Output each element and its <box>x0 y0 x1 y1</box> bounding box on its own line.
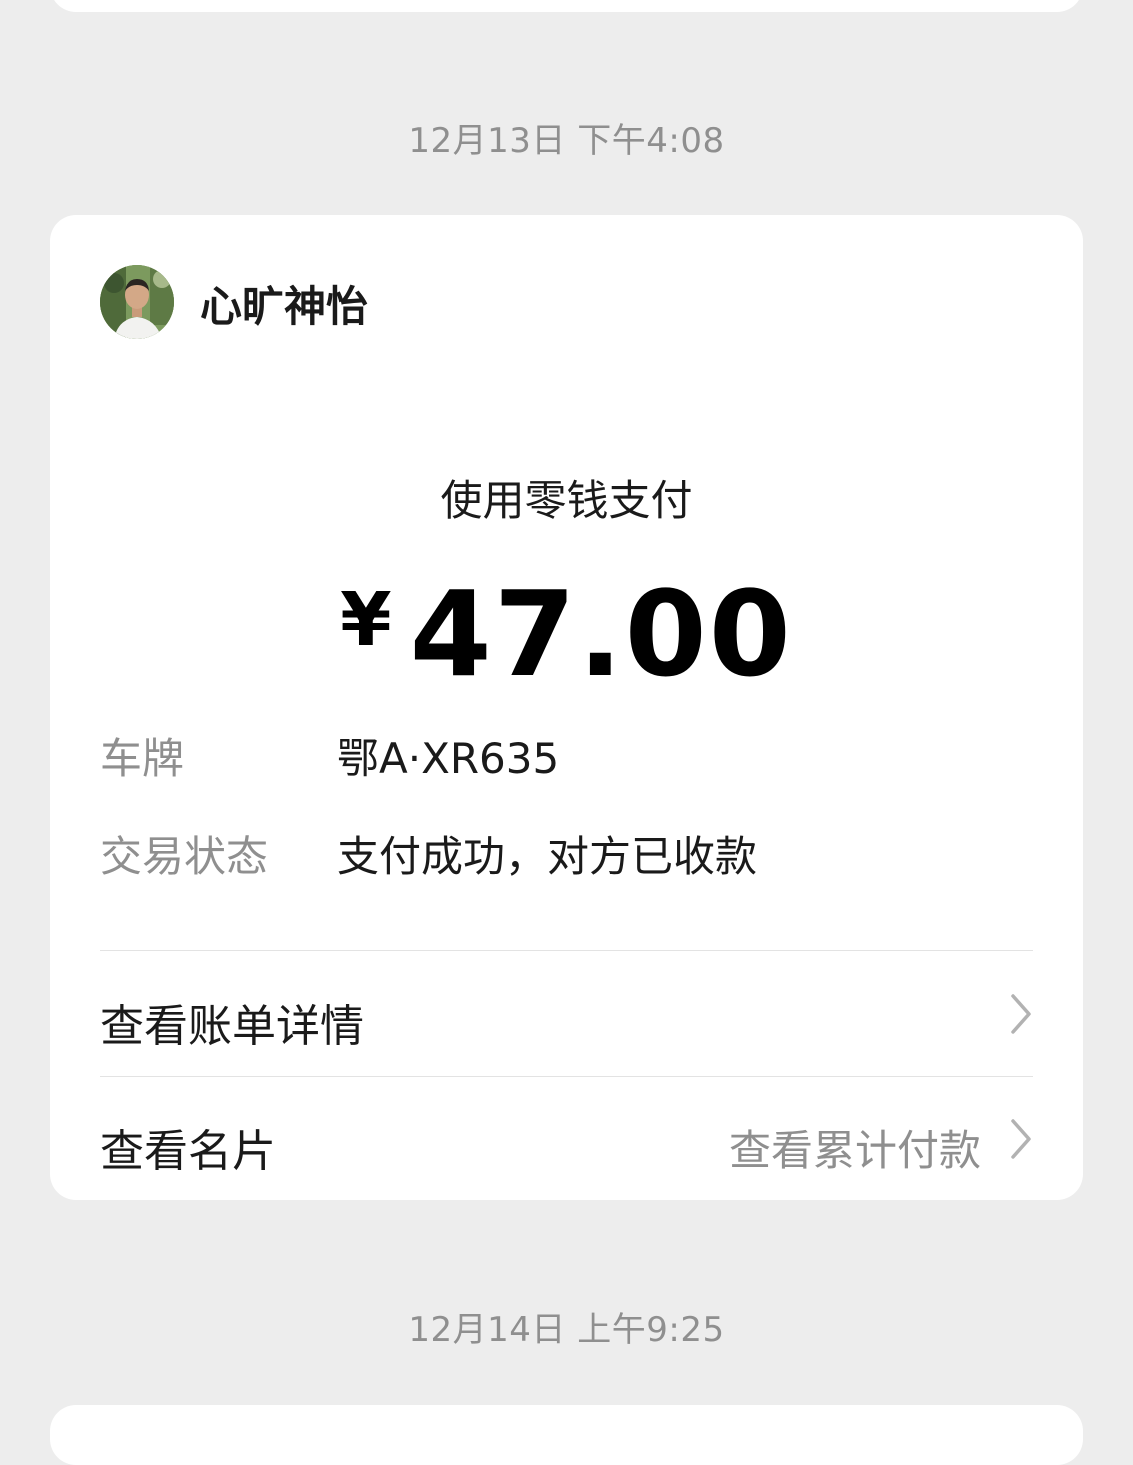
payment-amount: ¥47.00 <box>50 565 1083 703</box>
previous-message-card[interactable] <box>50 0 1083 12</box>
currency-symbol: ¥ <box>340 577 392 663</box>
view-cumulative-payments-link[interactable]: 查看累计付款 <box>729 1117 981 1178</box>
payment-method: 使用零钱支付 <box>440 476 693 525</box>
message-timestamp: 12月13日 下午4:08 <box>408 121 725 161</box>
chevron-right-icon <box>1011 1119 1031 1159</box>
plate-label: 车牌 <box>100 734 185 783</box>
transaction-status-value: 支付成功，对方已收款 <box>337 832 758 881</box>
view-business-card-label: 查看名片 <box>100 1126 276 1177</box>
next-message-card[interactable] <box>50 1405 1083 1465</box>
view-bill-details-label: 查看账单详情 <box>100 1001 364 1052</box>
payment-notification-card: 心旷神怡 使用零钱支付 ¥47.00 车牌 鄂A·XR635 交易状态 支付成功… <box>50 215 1083 1200</box>
view-business-card-row[interactable]: 查看名片 查看累计付款 <box>100 1077 1033 1201</box>
message-timestamp: 12月14日 上午9:25 <box>408 1310 725 1350</box>
view-bill-details-row[interactable]: 查看账单详情 <box>100 952 1033 1076</box>
sender-name: 心旷神怡 <box>200 282 369 331</box>
divider <box>100 950 1033 951</box>
amount-value: 47.00 <box>409 565 793 703</box>
transaction-status-label: 交易状态 <box>100 832 269 881</box>
person-photo-icon <box>100 265 174 339</box>
plate-value: 鄂A·XR635 <box>337 734 560 783</box>
avatar[interactable] <box>100 265 174 339</box>
chevron-right-icon <box>1011 994 1031 1034</box>
